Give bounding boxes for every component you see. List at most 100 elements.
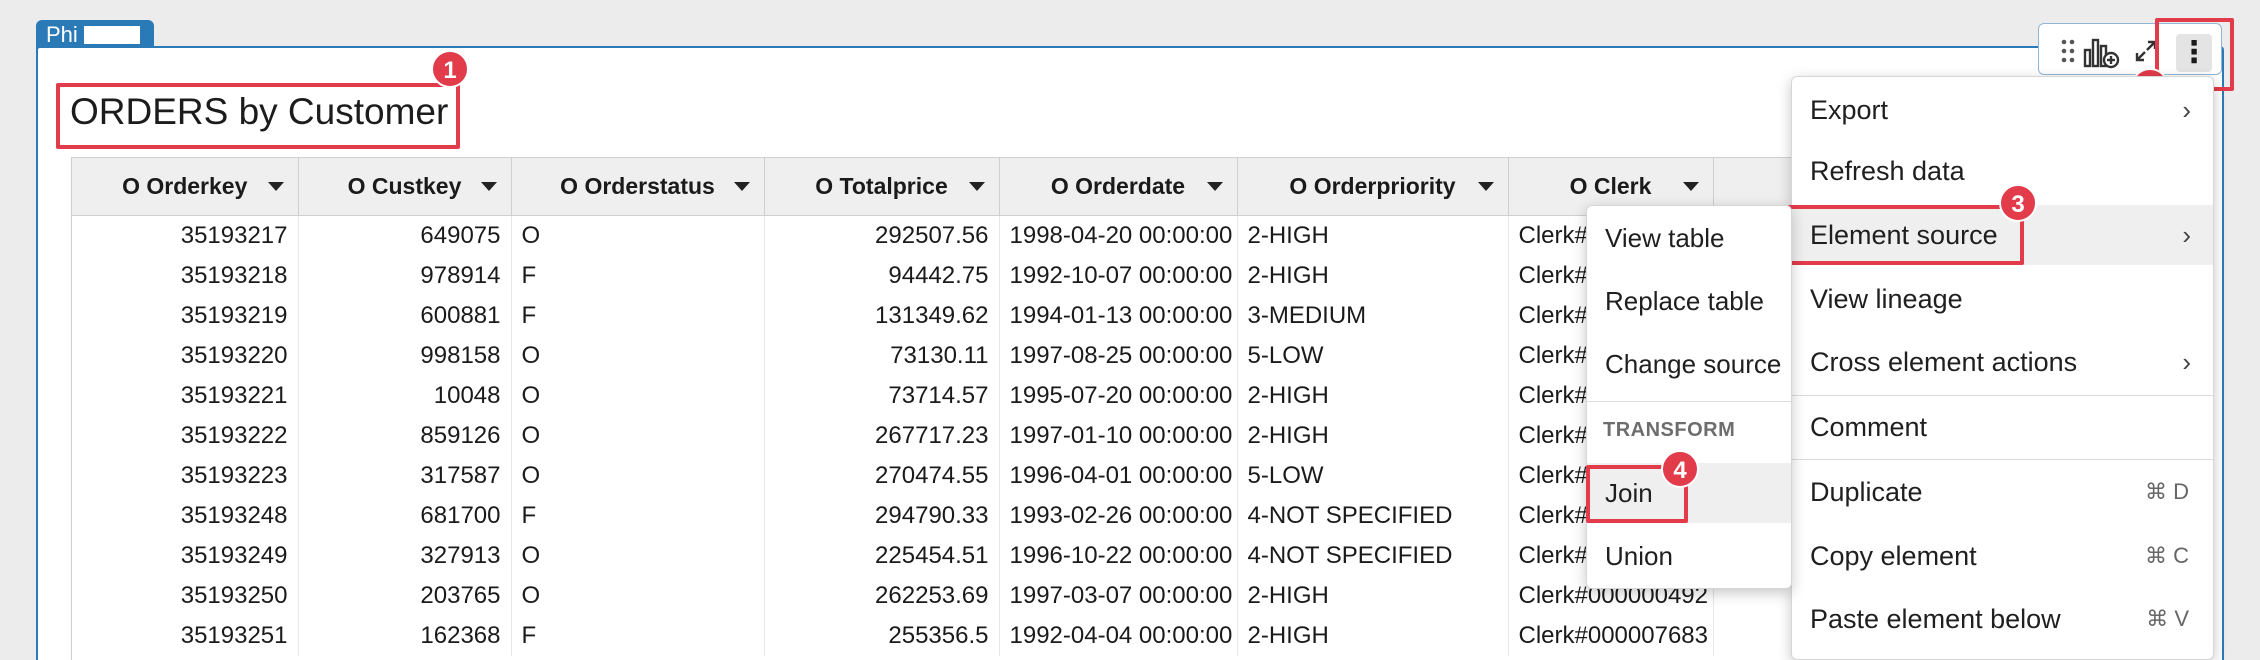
transform-section-header: TRANSFORM <box>1603 419 1736 441</box>
table-cell <box>1713 615 1791 656</box>
table-cell: 2-HIGH <box>1237 415 1509 456</box>
table-cell: 35193223 <box>72 455 299 496</box>
table-cell: 35193217 <box>72 215 299 256</box>
submenu-item-union[interactable]: Union <box>1587 526 1791 586</box>
table-cell: F <box>511 615 765 656</box>
table-cell: O <box>511 455 765 496</box>
table-cell: 4-NOT SPECIFIED <box>1237 535 1509 576</box>
table-cell: 35193248 <box>72 495 299 536</box>
table-cell: O <box>511 575 765 616</box>
table-cell: 35193222 <box>72 415 299 456</box>
table-header-row: O Orderkey O Custkey O Orderstatus O Totalp… <box>72 157 1791 216</box>
menu-item-label: Paste element below <box>1810 604 2061 634</box>
table-cell: 35193220 <box>72 335 299 376</box>
column-header[interactable]: O Orderpriority <box>1237 157 1509 216</box>
menu-divider <box>1587 401 1791 402</box>
menu-item-export[interactable]: Export › <box>1792 80 2213 140</box>
table-cell: 1997-01-10 00:00:00 <box>999 415 1238 456</box>
table-cell: 162368 <box>298 615 512 656</box>
table-cell: 5-LOW <box>1237 455 1509 496</box>
table-cell: O <box>511 335 765 376</box>
table-cell: 3-MEDIUM <box>1237 295 1509 336</box>
menu-divider <box>1792 459 2213 460</box>
menu-item-copy-element[interactable]: Copy element ⌘ C <box>1792 526 2213 586</box>
table-cell: 1994-01-13 00:00:00 <box>999 295 1238 336</box>
table-cell: Clerk#000007683 <box>1508 615 1714 656</box>
table-row[interactable]: 35193223 317587 O 270474.55 1996-04-01 00:00… <box>72 455 1791 496</box>
table-cell: O <box>511 415 765 456</box>
table-cell: 35193250 <box>72 575 299 616</box>
table-cell: 1993-02-26 00:00:00 <box>999 495 1238 536</box>
table-cell: 73714.57 <box>764 375 1000 416</box>
menu-item-comment[interactable]: Comment <box>1792 397 2213 457</box>
menu-divider <box>1792 395 2213 396</box>
table-cell: 35193219 <box>72 295 299 336</box>
table-row[interactable]: 35193218 978914 F 94442.75 1992-10-07 00:00:… <box>72 255 1791 296</box>
table-cell: 600881 <box>298 295 512 336</box>
table-row[interactable]: 35193250 203765 O 262253.69 1997-03-07 00:00… <box>72 575 1791 616</box>
table-cell: 10048 <box>298 375 512 416</box>
menu-item-label: Copy element <box>1810 541 1977 571</box>
table-cell: F <box>511 295 765 336</box>
menu-item-paste-element-below[interactable]: Paste element below ⌘ V <box>1792 589 2213 649</box>
caret-down-icon[interactable] <box>480 182 497 191</box>
table-cell: 262253.69 <box>764 575 1000 616</box>
table-row[interactable]: 35193249 327913 O 225454.51 1996-10-22 00:00… <box>72 535 1791 576</box>
table-cell: 1996-10-22 00:00:00 <box>999 535 1238 576</box>
table-row[interactable]: 35193217 649075 O 292507.56 1998-04-20 00:00… <box>72 215 1791 256</box>
column-header[interactable]: O Orderkey <box>72 157 299 216</box>
table-row[interactable]: 35193248 681700 F 294790.33 1993-02-26 00:00… <box>72 495 1791 536</box>
chevron-right-icon: › <box>2182 220 2191 250</box>
table-row[interactable]: 35193220 998158 O 73130.11 1997-08-25 00:00:… <box>72 335 1791 376</box>
table-row[interactable]: 35193221 10048 O 73714.57 1995-07-20 00:00:0… <box>72 375 1791 416</box>
table-cell: 2-HIGH <box>1237 215 1509 256</box>
callout-box-title <box>56 83 460 149</box>
caret-down-icon[interactable] <box>1682 182 1699 191</box>
column-header[interactable]: O Custkey <box>298 157 512 216</box>
table-row[interactable]: 35193222 859126 O 267717.23 1997-01-10 00:00… <box>72 415 1791 456</box>
submenu-item-change-source[interactable]: Change source <box>1587 334 1791 394</box>
menu-item-duplicate[interactable]: Duplicate ⌘ D <box>1792 462 2213 522</box>
table-cell: 294790.33 <box>764 495 1000 536</box>
table-cell: 35193221 <box>72 375 299 416</box>
table-cell: 131349.62 <box>764 295 1000 336</box>
submenu-item-view-table[interactable]: View table <box>1587 208 1791 268</box>
table-cell: 1992-04-04 00:00:00 <box>999 615 1238 656</box>
data-table: O Orderkey O Custkey O Orderstatus O Totalp… <box>71 157 1791 660</box>
table-cell: 859126 <box>298 415 512 456</box>
column-header-label: O Totalprice <box>815 173 948 199</box>
column-header[interactable]: O Orderdate <box>999 157 1238 216</box>
table-cell: 978914 <box>298 255 512 296</box>
table-cell: 1995-07-20 00:00:00 <box>999 375 1238 416</box>
table-cell: 292507.56 <box>764 215 1000 256</box>
table-cell: 681700 <box>298 495 512 536</box>
menu-item-cross-element-actions[interactable]: Cross element actions › <box>1792 332 2213 392</box>
table-cell: 649075 <box>298 215 512 256</box>
caret-down-icon[interactable] <box>1206 182 1223 191</box>
table-row[interactable]: 35193251 162368 F 255356.5 1992-04-04 00:00:… <box>72 615 1791 656</box>
chevron-right-icon: › <box>2182 347 2191 377</box>
menu-item-label: View table <box>1605 223 1725 253</box>
column-header[interactable]: O Totalprice <box>764 157 1000 216</box>
add-chart-icon[interactable] <box>2081 36 2121 69</box>
callout-badge-3: 3 <box>1999 184 2037 222</box>
table-cell: 203765 <box>298 575 512 616</box>
menu-item-label: Refresh data <box>1810 156 1965 186</box>
submenu-item-replace-table[interactable]: Replace table <box>1587 271 1791 331</box>
table-cell: 5-LOW <box>1237 335 1509 376</box>
caret-down-icon[interactable] <box>267 182 284 191</box>
table-cell: F <box>511 255 765 296</box>
drag-handle-icon[interactable] <box>2053 36 2083 66</box>
caret-down-icon[interactable] <box>968 182 985 191</box>
menu-item-view-lineage[interactable]: View lineage <box>1792 269 2213 329</box>
caret-down-icon[interactable] <box>733 182 750 191</box>
table-cell: 317587 <box>298 455 512 496</box>
column-header-label: O Orderkey <box>122 173 248 199</box>
caret-down-icon[interactable] <box>1477 182 1494 191</box>
table-cell: 1997-03-07 00:00:00 <box>999 575 1238 616</box>
column-header[interactable]: O Orderstatus <box>511 157 765 216</box>
table-row[interactable]: 35193219 600881 F 131349.62 1994-01-13 00:00… <box>72 295 1791 336</box>
menu-item-label: Comment <box>1810 412 1928 442</box>
shortcut-label: ⌘ V <box>2146 606 2189 631</box>
table-cell: 1996-04-01 00:00:00 <box>999 455 1238 496</box>
